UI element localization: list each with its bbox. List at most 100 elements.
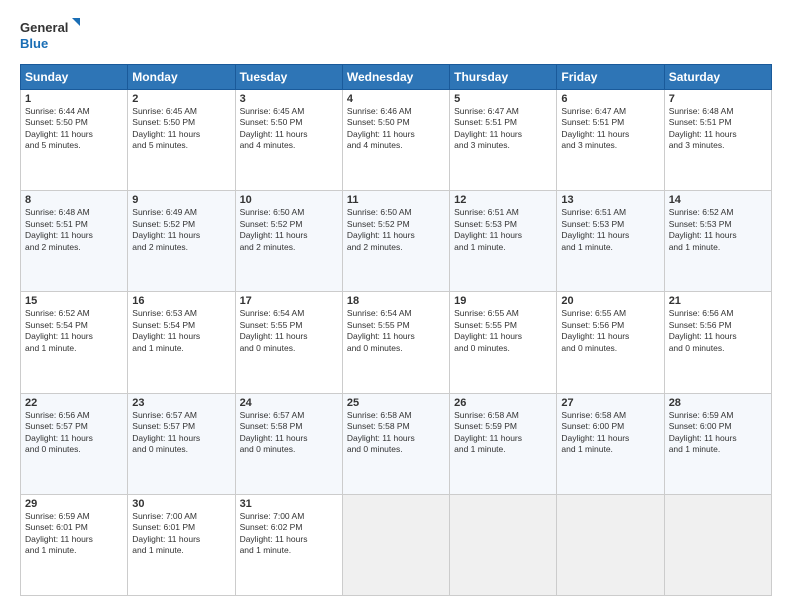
page: General Blue SundayMondayTuesdayWednesda… [0,0,792,612]
day-info: Sunrise: 7:00 AM Sunset: 6:02 PM Dayligh… [240,511,338,557]
day-number: 6 [561,93,659,105]
day-info: Sunrise: 6:50 AM Sunset: 5:52 PM Dayligh… [347,207,445,253]
calendar-cell: 9Sunrise: 6:49 AM Sunset: 5:52 PM Daylig… [128,191,235,292]
calendar-cell: 25Sunrise: 6:58 AM Sunset: 5:58 PM Dayli… [342,393,449,494]
logo-svg: General Blue [20,16,80,54]
calendar-cell: 8Sunrise: 6:48 AM Sunset: 5:51 PM Daylig… [21,191,128,292]
day-info: Sunrise: 6:54 AM Sunset: 5:55 PM Dayligh… [240,308,338,354]
calendar-cell: 7Sunrise: 6:48 AM Sunset: 5:51 PM Daylig… [664,90,771,191]
day-info: Sunrise: 6:47 AM Sunset: 5:51 PM Dayligh… [561,106,659,152]
calendar-cell: 14Sunrise: 6:52 AM Sunset: 5:53 PM Dayli… [664,191,771,292]
svg-text:General: General [20,20,68,35]
day-number: 29 [25,498,123,510]
calendar-cell: 6Sunrise: 6:47 AM Sunset: 5:51 PM Daylig… [557,90,664,191]
day-info: Sunrise: 6:57 AM Sunset: 5:57 PM Dayligh… [132,410,230,456]
day-info: Sunrise: 6:47 AM Sunset: 5:51 PM Dayligh… [454,106,552,152]
calendar-cell: 27Sunrise: 6:58 AM Sunset: 6:00 PM Dayli… [557,393,664,494]
calendar-cell: 4Sunrise: 6:46 AM Sunset: 5:50 PM Daylig… [342,90,449,191]
calendar-cell: 18Sunrise: 6:54 AM Sunset: 5:55 PM Dayli… [342,292,449,393]
calendar-cell: 23Sunrise: 6:57 AM Sunset: 5:57 PM Dayli… [128,393,235,494]
calendar-cell: 26Sunrise: 6:58 AM Sunset: 5:59 PM Dayli… [450,393,557,494]
calendar-week: 1Sunrise: 6:44 AM Sunset: 5:50 PM Daylig… [21,90,772,191]
calendar-cell: 3Sunrise: 6:45 AM Sunset: 5:50 PM Daylig… [235,90,342,191]
day-number: 21 [669,295,767,307]
day-info: Sunrise: 6:48 AM Sunset: 5:51 PM Dayligh… [25,207,123,253]
day-info: Sunrise: 6:54 AM Sunset: 5:55 PM Dayligh… [347,308,445,354]
calendar-cell: 5Sunrise: 6:47 AM Sunset: 5:51 PM Daylig… [450,90,557,191]
day-number: 9 [132,194,230,206]
calendar-cell: 31Sunrise: 7:00 AM Sunset: 6:02 PM Dayli… [235,494,342,595]
day-info: Sunrise: 6:51 AM Sunset: 5:53 PM Dayligh… [561,207,659,253]
day-number: 13 [561,194,659,206]
calendar-cell: 12Sunrise: 6:51 AM Sunset: 5:53 PM Dayli… [450,191,557,292]
calendar-cell: 19Sunrise: 6:55 AM Sunset: 5:55 PM Dayli… [450,292,557,393]
day-number: 11 [347,194,445,206]
day-info: Sunrise: 6:58 AM Sunset: 5:59 PM Dayligh… [454,410,552,456]
calendar-week: 22Sunrise: 6:56 AM Sunset: 5:57 PM Dayli… [21,393,772,494]
day-info: Sunrise: 6:45 AM Sunset: 5:50 PM Dayligh… [132,106,230,152]
day-number: 4 [347,93,445,105]
calendar-cell [342,494,449,595]
day-number: 30 [132,498,230,510]
day-info: Sunrise: 6:58 AM Sunset: 5:58 PM Dayligh… [347,410,445,456]
day-number: 23 [132,397,230,409]
day-info: Sunrise: 6:51 AM Sunset: 5:53 PM Dayligh… [454,207,552,253]
calendar-cell: 29Sunrise: 6:59 AM Sunset: 6:01 PM Dayli… [21,494,128,595]
calendar-cell: 22Sunrise: 6:56 AM Sunset: 5:57 PM Dayli… [21,393,128,494]
day-number: 12 [454,194,552,206]
calendar-cell: 17Sunrise: 6:54 AM Sunset: 5:55 PM Dayli… [235,292,342,393]
calendar-cell: 30Sunrise: 7:00 AM Sunset: 6:01 PM Dayli… [128,494,235,595]
day-number: 14 [669,194,767,206]
day-info: Sunrise: 7:00 AM Sunset: 6:01 PM Dayligh… [132,511,230,557]
calendar-cell: 24Sunrise: 6:57 AM Sunset: 5:58 PM Dayli… [235,393,342,494]
calendar-cell: 1Sunrise: 6:44 AM Sunset: 5:50 PM Daylig… [21,90,128,191]
day-info: Sunrise: 6:52 AM Sunset: 5:54 PM Dayligh… [25,308,123,354]
header: General Blue [20,16,772,54]
calendar-cell: 21Sunrise: 6:56 AM Sunset: 5:56 PM Dayli… [664,292,771,393]
logo: General Blue [20,16,80,54]
calendar-table: SundayMondayTuesdayWednesdayThursdayFrid… [20,64,772,596]
day-number: 18 [347,295,445,307]
calendar-cell [450,494,557,595]
day-number: 22 [25,397,123,409]
day-number: 5 [454,93,552,105]
day-info: Sunrise: 6:59 AM Sunset: 6:00 PM Dayligh… [669,410,767,456]
calendar-cell: 16Sunrise: 6:53 AM Sunset: 5:54 PM Dayli… [128,292,235,393]
day-number: 2 [132,93,230,105]
header-day: Sunday [21,65,128,90]
day-number: 28 [669,397,767,409]
header-day: Wednesday [342,65,449,90]
calendar-cell: 2Sunrise: 6:45 AM Sunset: 5:50 PM Daylig… [128,90,235,191]
header-day: Saturday [664,65,771,90]
day-info: Sunrise: 6:50 AM Sunset: 5:52 PM Dayligh… [240,207,338,253]
day-number: 17 [240,295,338,307]
calendar-cell: 20Sunrise: 6:55 AM Sunset: 5:56 PM Dayli… [557,292,664,393]
day-number: 26 [454,397,552,409]
day-info: Sunrise: 6:56 AM Sunset: 5:56 PM Dayligh… [669,308,767,354]
day-number: 10 [240,194,338,206]
day-number: 3 [240,93,338,105]
calendar-cell: 15Sunrise: 6:52 AM Sunset: 5:54 PM Dayli… [21,292,128,393]
header-day: Friday [557,65,664,90]
day-number: 7 [669,93,767,105]
day-info: Sunrise: 6:56 AM Sunset: 5:57 PM Dayligh… [25,410,123,456]
day-info: Sunrise: 6:48 AM Sunset: 5:51 PM Dayligh… [669,106,767,152]
calendar-week: 8Sunrise: 6:48 AM Sunset: 5:51 PM Daylig… [21,191,772,292]
day-number: 16 [132,295,230,307]
calendar-week: 29Sunrise: 6:59 AM Sunset: 6:01 PM Dayli… [21,494,772,595]
calendar-cell: 28Sunrise: 6:59 AM Sunset: 6:00 PM Dayli… [664,393,771,494]
day-number: 25 [347,397,445,409]
day-number: 31 [240,498,338,510]
calendar-week: 15Sunrise: 6:52 AM Sunset: 5:54 PM Dayli… [21,292,772,393]
day-info: Sunrise: 6:44 AM Sunset: 5:50 PM Dayligh… [25,106,123,152]
day-number: 15 [25,295,123,307]
calendar-cell [664,494,771,595]
day-number: 27 [561,397,659,409]
header-row: SundayMondayTuesdayWednesdayThursdayFrid… [21,65,772,90]
day-info: Sunrise: 6:59 AM Sunset: 6:01 PM Dayligh… [25,511,123,557]
header-day: Thursday [450,65,557,90]
calendar-cell: 10Sunrise: 6:50 AM Sunset: 5:52 PM Dayli… [235,191,342,292]
day-info: Sunrise: 6:52 AM Sunset: 5:53 PM Dayligh… [669,207,767,253]
day-info: Sunrise: 6:55 AM Sunset: 5:55 PM Dayligh… [454,308,552,354]
day-info: Sunrise: 6:55 AM Sunset: 5:56 PM Dayligh… [561,308,659,354]
